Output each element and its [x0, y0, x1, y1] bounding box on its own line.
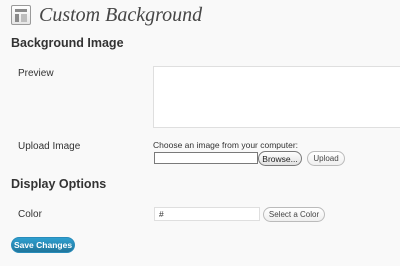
page-title: Custom Background [39, 3, 203, 26]
browse-button[interactable]: Browse... [258, 151, 302, 166]
preview-label: Preview [18, 68, 54, 79]
page-header: Custom Background [11, 2, 202, 28]
upload-image-label: Upload Image [18, 141, 81, 152]
upload-hint: Choose an image from your computer: [153, 140, 299, 150]
section-title-background-image: Background Image [11, 36, 124, 50]
upload-button[interactable]: Upload [307, 151, 345, 166]
file-input[interactable] [154, 152, 258, 164]
save-changes-button[interactable]: Save Changes [11, 237, 75, 253]
color-field[interactable]: # [154, 207, 260, 221]
section-title-display-options: Display Options [11, 177, 107, 191]
select-color-button[interactable]: Select a Color [263, 207, 325, 222]
appearance-icon [11, 5, 31, 25]
background-preview [153, 66, 400, 128]
color-label: Color [18, 209, 42, 220]
